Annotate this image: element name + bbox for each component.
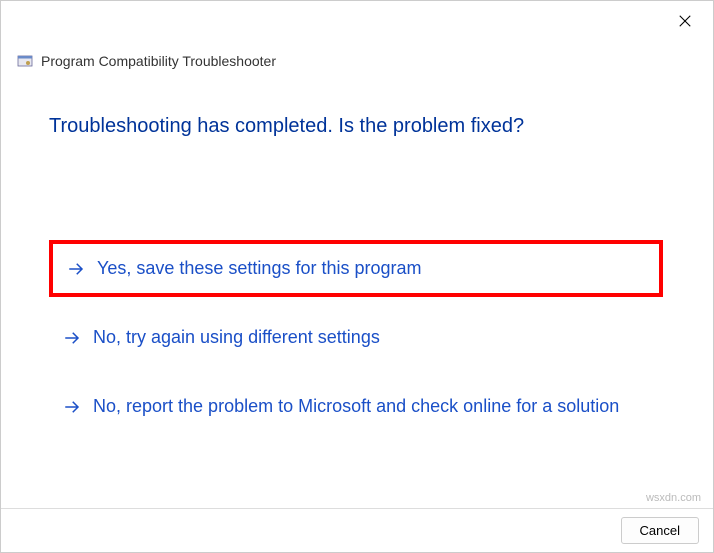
close-icon — [678, 14, 692, 28]
option-no-report[interactable]: No, report the problem to Microsoft and … — [49, 386, 663, 427]
option-label: No, try again using different settings — [93, 327, 380, 348]
content-area: Troubleshooting has completed. Is the pr… — [1, 69, 713, 427]
watermark: wsxdn.com — [646, 492, 701, 504]
footer-bar: Cancel — [1, 508, 713, 552]
arrow-right-icon — [63, 398, 81, 416]
arrow-right-icon — [67, 260, 85, 278]
window-header: Program Compatibility Troubleshooter — [1, 1, 713, 69]
arrow-right-icon — [63, 329, 81, 347]
option-no-retry[interactable]: No, try again using different settings — [49, 317, 663, 358]
option-yes-save[interactable]: Yes, save these settings for this progra… — [49, 240, 663, 297]
page-heading: Troubleshooting has completed. Is the pr… — [49, 115, 663, 138]
options-list: Yes, save these settings for this progra… — [49, 248, 663, 427]
option-label: No, report the problem to Microsoft and … — [93, 396, 619, 417]
troubleshooter-icon — [17, 53, 33, 69]
window-title: Program Compatibility Troubleshooter — [41, 53, 276, 69]
close-button[interactable] — [675, 11, 695, 31]
cancel-button[interactable]: Cancel — [621, 517, 699, 544]
option-label: Yes, save these settings for this progra… — [97, 258, 422, 279]
